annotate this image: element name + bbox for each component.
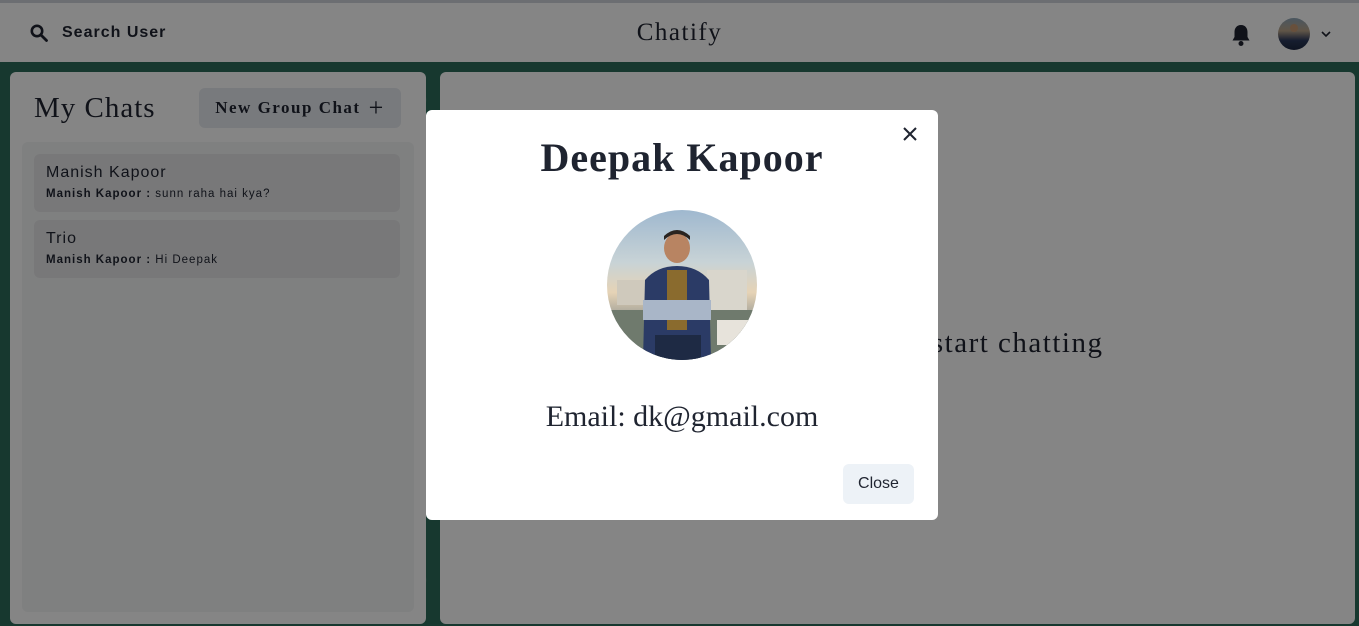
profile-picture [607, 210, 757, 360]
profile-email: Email: dk@gmail.com [545, 400, 819, 433]
close-button[interactable]: Close [843, 464, 914, 504]
profile-photo-illustration [607, 230, 757, 360]
close-icon[interactable] [900, 124, 920, 144]
profile-name: Deepak Kapoor [540, 135, 824, 180]
profile-modal: Deepak Kapoor Email: dk@gmail.com Close [426, 110, 938, 520]
